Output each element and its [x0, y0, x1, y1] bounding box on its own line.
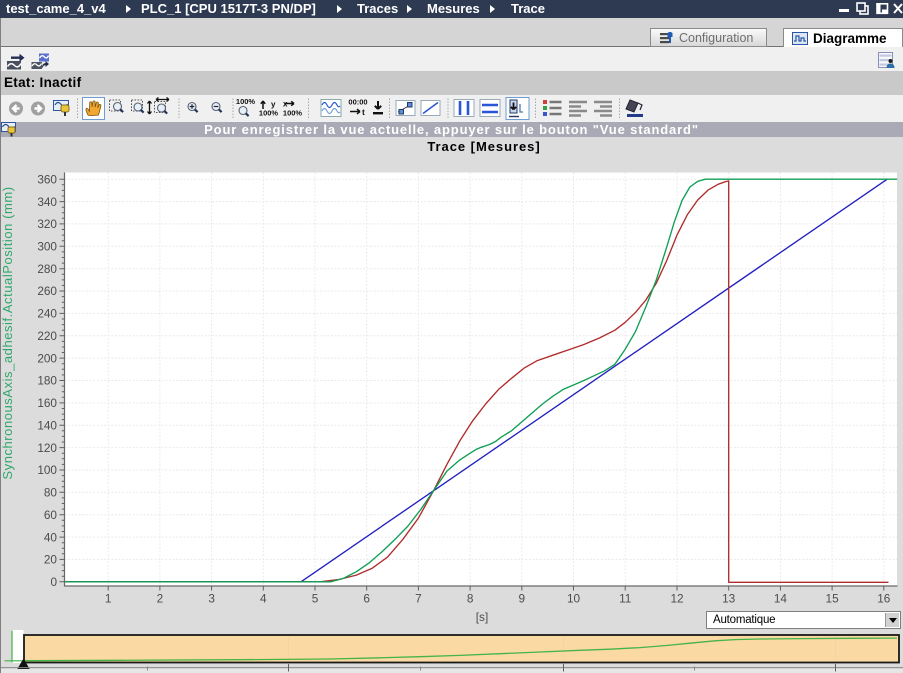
svg-text:12: 12	[670, 592, 683, 606]
svg-text:t: t	[362, 107, 365, 117]
svg-text:10: 10	[567, 592, 581, 606]
svg-text:SynchronousAxis_adhesif.Actual: SynchronousAxis_adhesif.ActualPosition (…	[0, 186, 15, 479]
svg-text:6: 6	[363, 592, 370, 606]
svg-text:3: 3	[208, 592, 215, 606]
svg-text:9: 9	[519, 592, 526, 606]
svg-text:1: 1	[105, 592, 112, 606]
svg-text:2: 2	[157, 592, 164, 606]
svg-text:15: 15	[826, 592, 840, 606]
svg-text:8: 8	[467, 592, 474, 606]
svg-text:5: 5	[312, 592, 319, 606]
svg-text:13: 13	[722, 592, 736, 606]
svg-text:100: 100	[37, 463, 57, 477]
svg-text:16: 16	[877, 592, 891, 606]
svg-text:320: 320	[37, 217, 57, 231]
svg-text:240: 240	[37, 307, 57, 321]
svg-text:100%: 100%	[236, 97, 256, 106]
svg-text:14: 14	[774, 592, 788, 606]
svg-text:7: 7	[415, 592, 422, 606]
svg-text:[s]: [s]	[476, 610, 488, 624]
svg-text:100%: 100%	[259, 109, 279, 118]
svg-text:0: 0	[50, 575, 57, 589]
svg-text:360: 360	[37, 172, 57, 186]
svg-text:300: 300	[37, 240, 57, 254]
svg-text:4: 4	[260, 592, 267, 606]
svg-text:220: 220	[37, 329, 57, 343]
svg-text:340: 340	[37, 195, 57, 209]
svg-text:20: 20	[44, 553, 58, 567]
svg-text:260: 260	[37, 284, 57, 298]
svg-text:60: 60	[44, 508, 58, 522]
svg-text:140: 140	[37, 418, 57, 432]
svg-text:40: 40	[44, 530, 58, 544]
svg-text:160: 160	[37, 396, 57, 410]
svg-text:200: 200	[37, 351, 57, 365]
svg-text:11: 11	[619, 592, 631, 606]
svg-text:120: 120	[37, 441, 57, 455]
svg-text:00:00: 00:00	[348, 98, 367, 107]
svg-text:x: x	[283, 100, 288, 109]
svg-text:180: 180	[37, 374, 57, 388]
svg-text:100%: 100%	[283, 109, 303, 118]
svg-text:80: 80	[44, 486, 58, 500]
svg-text:280: 280	[37, 262, 57, 276]
